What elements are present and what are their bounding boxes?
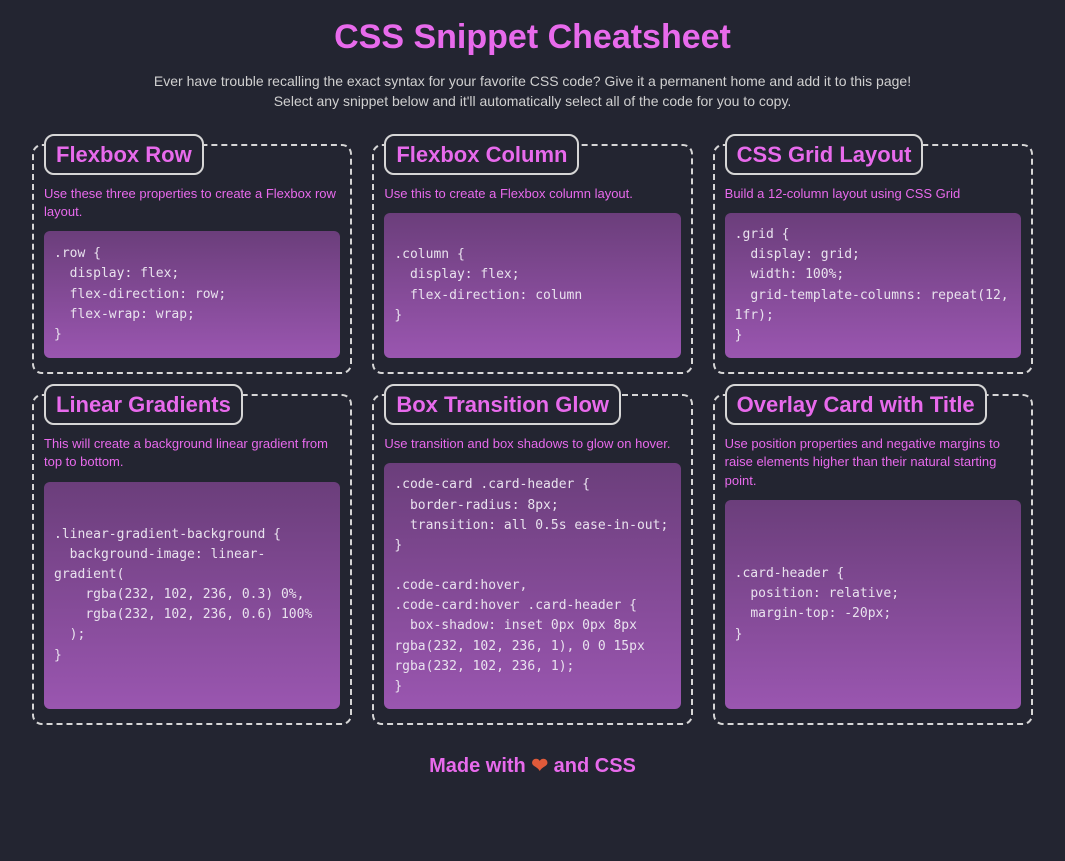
card-title: Linear Gradients xyxy=(44,384,243,425)
code-block[interactable]: .column { display: flex; flex-direction:… xyxy=(384,213,680,358)
page-subtitle: Ever have trouble recalling the exact sy… xyxy=(140,71,925,112)
card-description: Build a 12-column layout using CSS Grid xyxy=(725,185,1021,203)
page-header: CSS Snippet Cheatsheet Ever have trouble… xyxy=(0,18,1065,130)
card-title: Overlay Card with Title xyxy=(725,384,987,425)
card-description: Use this to create a Flexbox column layo… xyxy=(384,185,680,203)
code-block[interactable]: .linear-gradient-background { background… xyxy=(44,482,340,709)
page-title: CSS Snippet Cheatsheet xyxy=(140,18,925,57)
card-description: Use these three properties to create a F… xyxy=(44,185,340,221)
card-title: Flexbox Row xyxy=(44,134,204,175)
snippet-card-overlay-card: Overlay Card with Title Use position pro… xyxy=(713,394,1033,725)
card-title: CSS Grid Layout xyxy=(725,134,924,175)
snippet-card-flexbox-row: Flexbox Row Use these three properties t… xyxy=(32,144,352,374)
card-title: Flexbox Column xyxy=(384,134,579,175)
footer-suffix: and CSS xyxy=(548,755,636,777)
snippet-card-box-transition-glow: Box Transition Glow Use transition and b… xyxy=(372,394,692,725)
code-block[interactable]: .code-card .card-header { border-radius:… xyxy=(384,463,680,709)
snippet-card-css-grid-layout: CSS Grid Layout Build a 12-column layout… xyxy=(713,144,1033,374)
card-description: This will create a background linear gra… xyxy=(44,435,340,471)
snippet-card-linear-gradients: Linear Gradients This will create a back… xyxy=(32,394,352,725)
card-description: Use position properties and negative mar… xyxy=(725,435,1021,490)
footer-prefix: Made with xyxy=(429,755,531,777)
card-description: Use transition and box shadows to glow o… xyxy=(384,435,680,453)
code-block[interactable]: .card-header { position: relative; margi… xyxy=(725,500,1021,709)
heart-icon: ❤ xyxy=(531,755,548,777)
card-title: Box Transition Glow xyxy=(384,384,621,425)
snippet-card-flexbox-column: Flexbox Column Use this to create a Flex… xyxy=(372,144,692,374)
snippet-grid: Flexbox Row Use these three properties t… xyxy=(0,130,1065,731)
code-block[interactable]: .grid { display: grid; width: 100%; grid… xyxy=(725,213,1021,358)
page-footer: Made with ❤ and CSS xyxy=(0,753,1065,778)
code-block[interactable]: .row { display: flex; flex-direction: ro… xyxy=(44,231,340,358)
